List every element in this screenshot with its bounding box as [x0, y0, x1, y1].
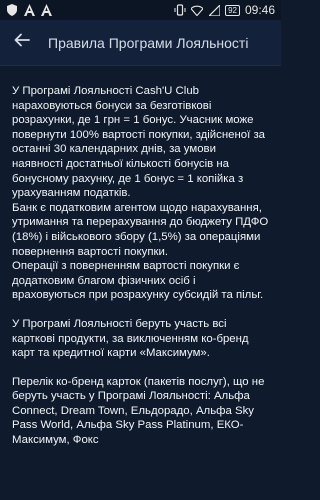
- signal-icon: [208, 4, 220, 16]
- shield-icon: [6, 4, 18, 16]
- app-bar: Правила Програми Лояльності: [0, 20, 281, 66]
- a-letter-icon: [23, 4, 35, 16]
- status-right: 92 09:46: [174, 3, 275, 17]
- arrow-left-icon: [14, 32, 30, 53]
- rules-paragraph: У Програмі Лояльності Cash'U Club нарахо…: [12, 85, 265, 200]
- clock: 09:46: [244, 3, 275, 17]
- rules-text: У Програмі Лояльності Cash'U Club нарахо…: [0, 66, 281, 448]
- status-bar: 92 09:46: [0, 0, 281, 20]
- a-letter-icon: [40, 4, 52, 16]
- rules-paragraph: Банк є податковим агентом щодо нарахуван…: [12, 201, 269, 258]
- rules-paragraph: Перелік ко-бренд карток (пакетів послуг)…: [12, 375, 265, 447]
- rules-paragraph: У Програмі Лояльності беруть участь всі …: [12, 317, 249, 360]
- vibrate-icon: [174, 4, 186, 16]
- status-left: [6, 4, 52, 16]
- battery-level: 92: [225, 4, 240, 16]
- wifi-icon: [191, 4, 204, 16]
- rules-paragraph: Операції з поверненням вартості покупки …: [12, 260, 264, 302]
- back-button[interactable]: [10, 31, 34, 55]
- page-title: Правила Програми Лояльності: [48, 34, 249, 51]
